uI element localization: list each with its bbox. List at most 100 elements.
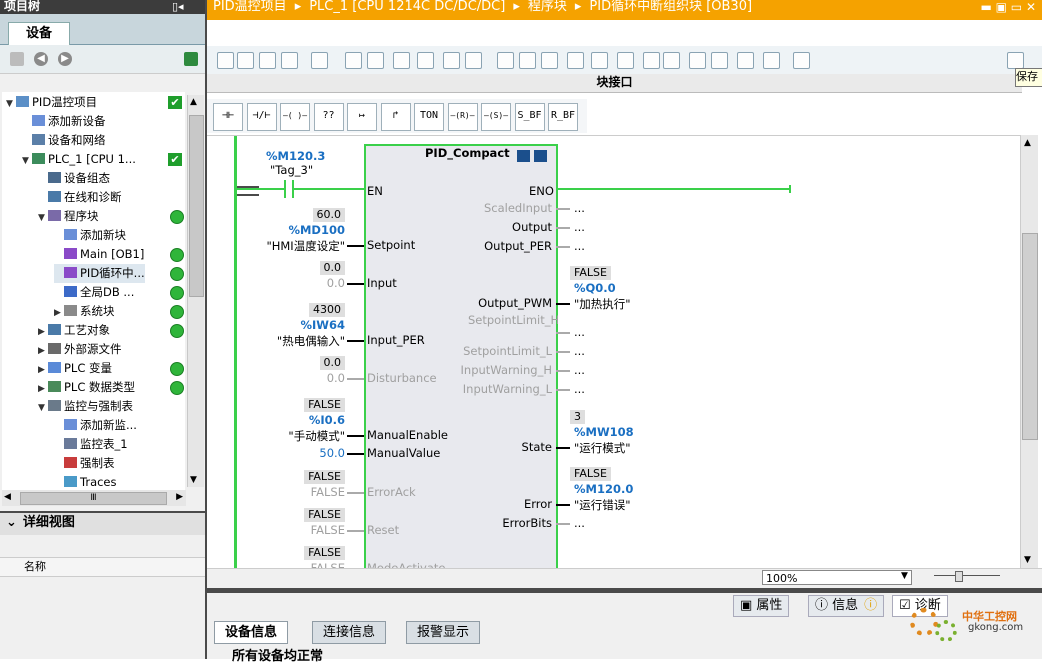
ladder-instruction-button[interactable]: TON xyxy=(414,103,444,131)
scroll-down-icon[interactable]: ▼ xyxy=(1024,555,1031,565)
output-operand[interactable]: ... xyxy=(574,220,585,234)
canvas-vertical-scrollbar[interactable]: ▲ ▼ xyxy=(1020,135,1038,568)
ladder-instruction-button[interactable]: ⊣⊢ xyxy=(213,103,243,131)
expand-down-icon[interactable]: ▼ xyxy=(22,152,32,171)
tree-item[interactable]: ▼ 监控与强制表 xyxy=(38,397,133,416)
tree-item[interactable]: 设备组态 xyxy=(38,169,110,188)
breadcrumb-item[interactable]: PID循环中断组织块 [OB30] xyxy=(589,0,752,14)
tree-item[interactable]: 添加新块 xyxy=(54,226,126,245)
output-operand[interactable]: "运行错误" xyxy=(574,497,631,513)
input-operand[interactable]: 50.0 xyxy=(319,446,345,460)
input-address[interactable]: %IW64 xyxy=(301,318,346,332)
input-operand[interactable]: "手动模式" xyxy=(288,428,345,444)
toolbar-tool-icon[interactable] xyxy=(237,52,254,69)
output-address[interactable]: %Q0.0 xyxy=(574,281,616,295)
tree-item[interactable]: 设备和网络 xyxy=(22,131,106,150)
tree-item[interactable]: 添加新设备 xyxy=(22,112,106,131)
ladder-instruction-button[interactable]: –(R)– xyxy=(447,103,478,131)
scroll-thumb[interactable] xyxy=(1022,233,1038,440)
output-operand[interactable]: ... xyxy=(574,344,585,358)
collapse-icon[interactable]: ⌄ xyxy=(6,515,17,530)
en-address[interactable]: %M120.3 xyxy=(266,149,325,163)
toolbar-tool-icon[interactable] xyxy=(393,52,410,69)
tree-item[interactable]: Main [OB1] xyxy=(54,245,144,264)
toolbar-tool-icon[interactable] xyxy=(737,52,754,69)
breadcrumb-item[interactable]: PID温控项目 xyxy=(213,0,287,14)
chevron-down-icon[interactable]: ▼ xyxy=(901,571,908,581)
toolbar-tool-icon[interactable] xyxy=(663,52,680,69)
tree-item[interactable]: ▼ 程序块 xyxy=(38,207,99,226)
device-view-icon[interactable] xyxy=(184,52,198,66)
tree-item[interactable]: ▶ 系统块 xyxy=(54,302,115,321)
tree-item[interactable]: 添加新监... xyxy=(54,416,137,435)
expand-down-icon[interactable]: ▼ xyxy=(38,209,48,228)
ladder-instruction-button[interactable]: –(S)– xyxy=(481,103,511,131)
new-folder-icon[interactable] xyxy=(10,52,24,66)
ladder-instruction-button[interactable]: ⊣/⊢ xyxy=(246,103,277,131)
output-operand[interactable]: ... xyxy=(574,382,585,396)
tree-item[interactable]: ▶ 工艺对象 xyxy=(38,321,110,340)
block-properties-icon[interactable] xyxy=(517,150,530,162)
block-interface-bar[interactable]: 块接口 xyxy=(207,74,1022,93)
breadcrumb-item[interactable]: 程序块 xyxy=(528,0,567,14)
toolbar-tool-icon[interactable] xyxy=(497,52,514,69)
input-operand[interactable]: "热电偶输入" xyxy=(277,333,345,349)
toolbar-tool-icon[interactable] xyxy=(591,52,608,69)
input-operand[interactable]: FALSE xyxy=(311,523,345,537)
normally-open-contact[interactable] xyxy=(284,180,294,198)
zoom-slider-handle[interactable] xyxy=(955,571,963,582)
input-operand[interactable]: FALSE xyxy=(311,485,345,499)
block-config-icon[interactable] xyxy=(534,150,547,162)
toolbar-tool-icon[interactable] xyxy=(367,52,384,69)
tree-horizontal-scrollbar[interactable]: ◀ Ⅲ ▶ xyxy=(2,490,186,506)
zoom-select[interactable]: 100% xyxy=(762,570,912,585)
toolbar-tool-icon[interactable] xyxy=(443,52,460,69)
tree-item[interactable]: ▶ PLC 变量 xyxy=(38,359,112,378)
tree-item[interactable]: ▶ PLC 数据类型 xyxy=(38,378,135,397)
toolbar-tool-icon[interactable] xyxy=(465,52,482,69)
tree-vertical-scrollbar[interactable]: ▲ ▼ xyxy=(187,95,204,487)
detail-column-header[interactable]: 名称 xyxy=(0,557,205,577)
toolbar-tool-icon[interactable] xyxy=(711,52,728,69)
toolbar-tool-icon[interactable] xyxy=(617,52,634,69)
ladder-instruction-button[interactable]: –( )– xyxy=(280,103,310,131)
scroll-left-icon[interactable]: ◀ xyxy=(4,492,11,502)
input-operand[interactable]: "HMI温度设定" xyxy=(266,238,345,254)
output-address[interactable]: %M120.0 xyxy=(574,482,633,496)
toolbar-tool-icon[interactable] xyxy=(763,52,780,69)
toolbar-tool-icon[interactable] xyxy=(217,52,234,69)
input-address[interactable]: %I0.6 xyxy=(309,413,345,427)
scroll-thumb[interactable] xyxy=(189,115,204,297)
tree-item[interactable]: 全局DB ... xyxy=(54,283,134,302)
tree-item[interactable]: 在线和诊断 xyxy=(38,188,122,207)
output-operand[interactable]: ... xyxy=(574,516,585,530)
expand-down-icon[interactable]: ▼ xyxy=(6,95,16,114)
breadcrumb-item[interactable]: PLC_1 [CPU 1214C DC/DC/DC] xyxy=(309,0,505,14)
output-operand[interactable]: ... xyxy=(574,363,585,377)
en-tag[interactable]: "Tag_3" xyxy=(270,163,313,177)
window-controls[interactable]: ▬ ▣ ▭ ✕ xyxy=(980,0,1036,14)
tab-info[interactable]: ⓘ 信息 ⓘ xyxy=(808,595,885,617)
fbd-network-canvas[interactable]: %M120.3 "Tag_3" PID_Compact EN ENO Setpo… xyxy=(207,135,1020,569)
scroll-right-icon[interactable]: ▶ xyxy=(176,492,183,502)
forward-icon[interactable]: ▶ xyxy=(58,52,72,66)
toolbar-tool-icon[interactable] xyxy=(311,52,328,69)
toolbar-tool-icon[interactable] xyxy=(541,52,558,69)
detail-view-header[interactable]: ⌄ 详细视图 xyxy=(0,511,205,535)
output-operand[interactable]: ... xyxy=(574,325,585,339)
subtab-alarm-display[interactable]: 报警显示 xyxy=(406,621,481,644)
output-operand[interactable]: ... xyxy=(574,239,585,253)
back-icon[interactable]: ◀ xyxy=(34,52,48,66)
save-layout-icon[interactable] xyxy=(1007,52,1024,69)
input-operand[interactable]: 0.0 xyxy=(327,371,345,385)
toolbar-tool-icon[interactable] xyxy=(689,52,706,69)
ladder-instruction-button[interactable]: ?? xyxy=(313,103,344,131)
ladder-instruction-button[interactable]: ↦ xyxy=(347,103,377,131)
toolbar-tool-icon[interactable] xyxy=(345,52,362,69)
input-operand[interactable]: 0.0 xyxy=(327,276,345,290)
toolbar-tool-icon[interactable] xyxy=(643,52,660,69)
h-scroll-thumb[interactable]: Ⅲ xyxy=(20,492,167,505)
panel-pin-icon[interactable]: ▯◂ xyxy=(172,0,184,13)
ladder-instruction-button[interactable]: ↱ xyxy=(380,103,411,131)
zoom-slider[interactable] xyxy=(934,575,1000,576)
